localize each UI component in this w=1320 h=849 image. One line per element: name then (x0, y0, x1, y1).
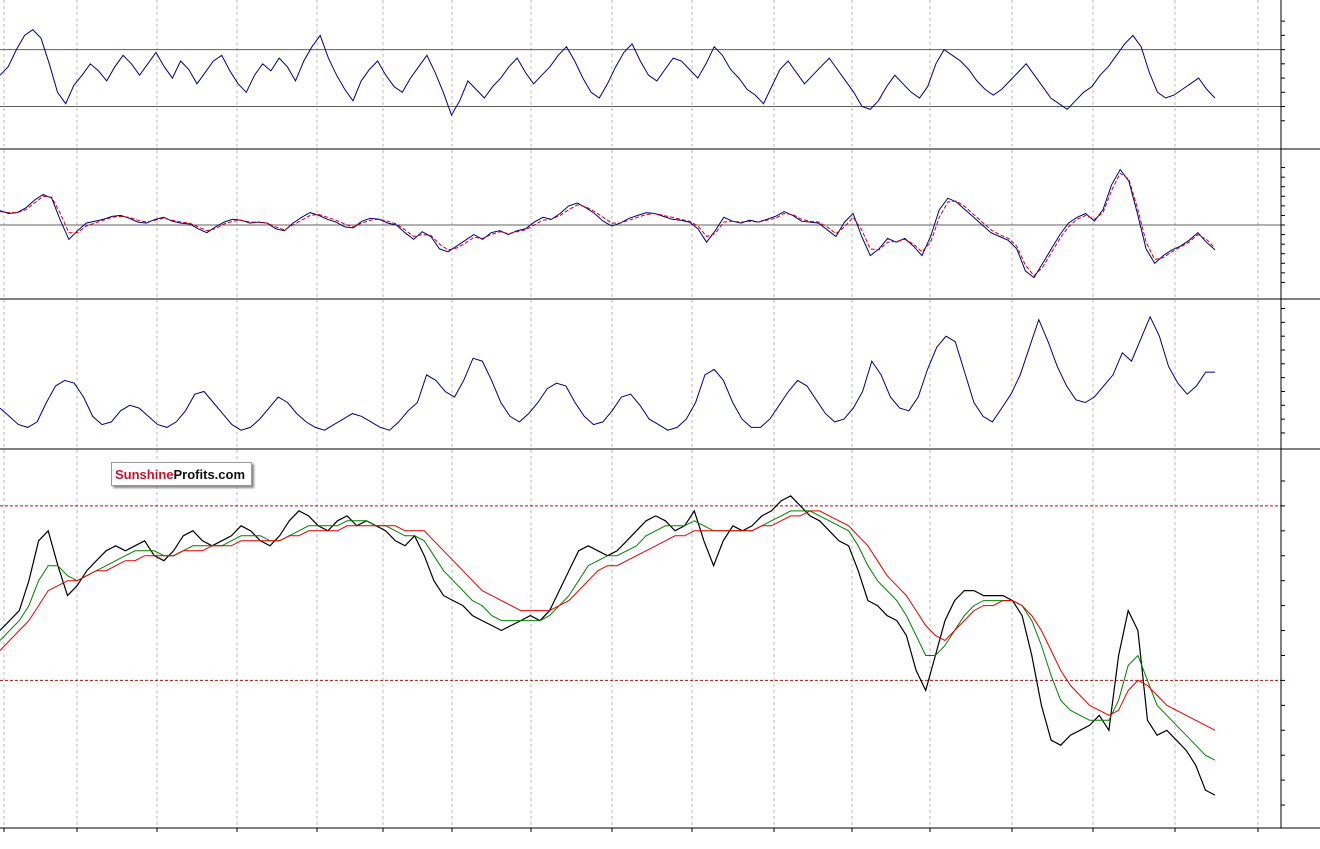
series-line-3-2 (0, 510, 1216, 731)
logo-part-1: Sunshine (115, 466, 174, 482)
sunshine-profits-logo: Sunshine Profits.com (111, 462, 253, 486)
series-line-3-1 (0, 510, 1216, 761)
chart-root: Sunshine Profits.com (0, 0, 1320, 844)
series-line-1-0 (0, 168, 1216, 279)
logo-part-2: Profits.com (173, 466, 246, 482)
series-line-2-0 (0, 315, 1215, 431)
chart-svg (0, 0, 1320, 832)
series-line-3-0 (0, 495, 1216, 796)
series-line-0-0 (0, 29, 1216, 117)
